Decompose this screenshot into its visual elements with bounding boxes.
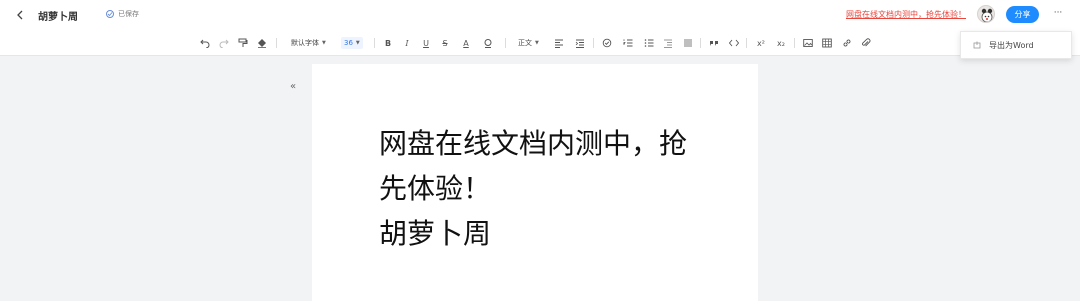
more-menu-button[interactable]: ··· xyxy=(1051,6,1065,20)
caret-down-icon: ▼ xyxy=(322,40,326,46)
caret-down-icon: ▼ xyxy=(355,40,360,46)
format-painter-icon[interactable] xyxy=(237,37,249,49)
top-bar: 胡萝卜周 已保存 网盘在线文档内测中，抢先体验！ 分享 ··· xyxy=(0,0,1080,30)
font-color-button[interactable]: A xyxy=(461,37,471,49)
toolbar-divider xyxy=(794,38,795,48)
document-page[interactable]: 网盘在线文档内测中，抢 先体验！ 胡萝卜周 xyxy=(312,64,758,301)
indent-icon[interactable] xyxy=(574,37,586,49)
underline-button[interactable]: U xyxy=(421,37,431,49)
share-button[interactable]: 分享 xyxy=(1006,6,1039,23)
quote-icon[interactable] xyxy=(708,37,720,49)
promo-link[interactable]: 网盘在线文档内测中，抢先体验！ xyxy=(846,9,966,20)
save-status: 已保存 xyxy=(106,9,139,19)
italic-button[interactable]: I xyxy=(402,37,412,49)
collapse-outline-button[interactable]: « xyxy=(286,80,300,92)
back-button[interactable] xyxy=(12,6,28,24)
redo-icon[interactable] xyxy=(218,37,230,49)
undo-icon[interactable] xyxy=(199,37,211,49)
line-spacing-icon[interactable] xyxy=(682,37,694,49)
font-size-select[interactable]: 36 ▼ xyxy=(341,37,363,49)
subscript-button[interactable]: x₂ xyxy=(775,37,787,49)
paragraph: 胡萝卜周 xyxy=(379,217,492,250)
eraser-icon[interactable] xyxy=(256,37,268,49)
toolbar-divider xyxy=(374,38,375,48)
outdent-icon[interactable] xyxy=(662,37,674,49)
format-toolbar: 默认字体 ▼ 36 ▼ B I U S A 正文 ▼ x² x₂ xyxy=(0,30,1080,56)
export-menu: 导出为Word xyxy=(960,31,1072,59)
paragraph: 网盘在线文档内测中，抢 xyxy=(379,127,688,160)
ordered-list-icon[interactable] xyxy=(622,37,634,49)
font-family-select[interactable]: 默认字体 ▼ xyxy=(291,37,326,49)
bullet-list-icon[interactable] xyxy=(643,37,655,49)
toolbar-divider xyxy=(505,38,506,48)
paragraph-style-value: 正文 xyxy=(518,39,532,47)
toolbar-divider xyxy=(593,38,594,48)
align-left-icon[interactable] xyxy=(553,37,565,49)
avatar[interactable] xyxy=(977,5,995,23)
strikethrough-button[interactable]: S xyxy=(440,37,450,49)
caret-down-icon: ▼ xyxy=(535,40,539,46)
paragraph-style-select[interactable]: 正文 ▼ xyxy=(518,37,539,49)
bold-button[interactable]: B xyxy=(383,37,393,49)
toolbar-divider xyxy=(746,38,747,48)
chevron-left-icon xyxy=(17,10,23,20)
attachment-icon[interactable] xyxy=(860,37,872,49)
superscript-button[interactable]: x² xyxy=(755,37,767,49)
paragraph: 先体验！ xyxy=(379,172,492,205)
export-word-item[interactable]: 导出为Word xyxy=(989,40,1034,51)
export-icon xyxy=(973,41,981,49)
double-chevron-left-icon: « xyxy=(289,80,297,92)
image-icon[interactable] xyxy=(802,37,814,49)
toolbar-divider xyxy=(700,38,701,48)
document-content[interactable]: 网盘在线文档内测中，抢 先体验！ 胡萝卜周 xyxy=(379,121,699,256)
task-list-icon[interactable] xyxy=(601,37,613,49)
font-size-value: 36 xyxy=(344,39,353,47)
code-icon[interactable] xyxy=(728,37,740,49)
table-icon[interactable] xyxy=(821,37,833,49)
save-status-text: 已保存 xyxy=(118,10,139,18)
highlight-icon[interactable] xyxy=(482,37,494,49)
check-circle-icon xyxy=(106,10,114,18)
document-title[interactable]: 胡萝卜周 xyxy=(38,8,78,23)
font-family-value: 默认字体 xyxy=(291,39,319,47)
link-icon[interactable] xyxy=(841,37,853,49)
toolbar-divider xyxy=(276,38,277,48)
